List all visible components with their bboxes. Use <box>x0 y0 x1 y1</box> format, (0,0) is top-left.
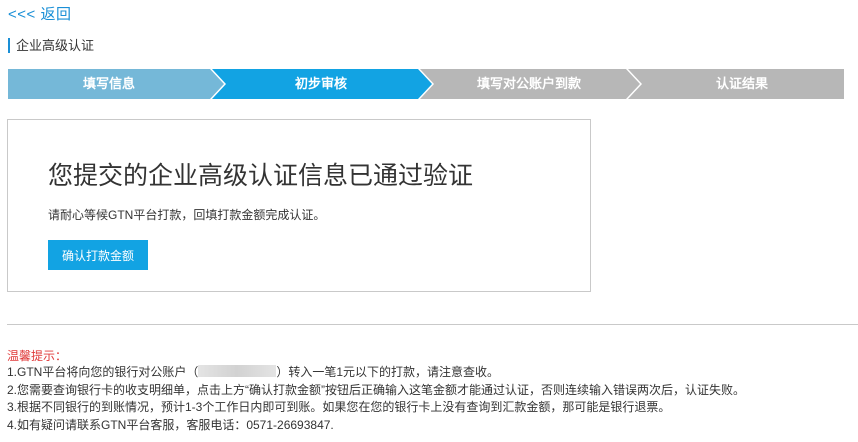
tips-list: 1.GTN平台将向您的银行对公账户（ ）转入一笔1元以下的打款，请注意查收。 2.… <box>7 364 745 434</box>
step-3-label: 填写对公账户到款 <box>476 76 581 91</box>
tip-1-prefix: 1.GTN平台将向您的银行对公账户（ <box>7 365 199 379</box>
tip-1-suffix: ）转入一笔1元以下的打款，请注意查收。 <box>276 365 500 379</box>
back-link[interactable]: <<< 返回 <box>8 3 71 24</box>
confirm-amount-button[interactable]: 确认打款金额 <box>48 240 148 270</box>
tip-item-1: 1.GTN平台将向您的银行对公账户（ ）转入一笔1元以下的打款，请注意查收。 <box>7 364 745 382</box>
tip-item-4: 4.如有疑问请联系GTN平台客服，客服电话：0571-26693847. <box>7 417 334 432</box>
step-1-label: 填写信息 <box>82 76 135 91</box>
progress-steps: 填写信息 初步审核 填写对公账户到款 认证结果 <box>8 69 844 99</box>
tip-item-2: 2.您需要查询银行卡的收支明细单，点击上方“确认打款金额”按钮后正确输入这笔金额… <box>7 382 746 397</box>
tips-title: 温馨提示： <box>7 349 68 363</box>
notice-subtitle: 请耐心等候GTN平台打款，回填打款金额完成认证。 <box>48 208 326 222</box>
divider <box>7 324 858 325</box>
section-title: 企业高级认证 <box>8 38 94 53</box>
verification-notice-panel: 您提交的企业高级认证信息已通过验证 请耐心等候GTN平台打款，回填打款金额完成认… <box>7 119 591 292</box>
tip-item-3: 3.根据不同银行的到账情况，预计1-3个工作日内即可到账。如果您在您的银行卡上没… <box>7 400 671 414</box>
step-2-label: 初步审核 <box>294 76 347 91</box>
notice-title: 您提交的企业高级认证信息已通过验证 <box>48 162 474 190</box>
step-4-label: 认证结果 <box>715 76 768 91</box>
masked-account-number <box>198 365 277 377</box>
